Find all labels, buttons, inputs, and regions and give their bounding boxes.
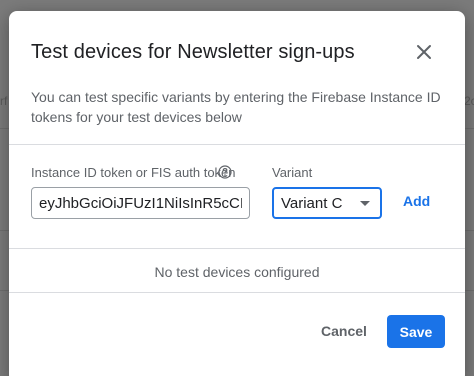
- dialog-title: Test devices for Newsletter sign-ups: [31, 41, 355, 63]
- empty-state-message: No test devices configured: [154, 264, 320, 280]
- divider: [9, 248, 465, 249]
- help-circle-icon[interactable]: [218, 165, 232, 179]
- close-button[interactable]: [413, 41, 435, 63]
- dialog-description: You can test specific variants by enteri…: [31, 89, 441, 125]
- save-button[interactable]: Save: [387, 315, 445, 348]
- variant-field-label: Variant: [272, 165, 313, 180]
- token-input[interactable]: [31, 187, 250, 219]
- background-text: 2c: [464, 94, 474, 108]
- cancel-button[interactable]: Cancel: [312, 315, 376, 347]
- variant-selected-value: Variant C: [281, 195, 343, 212]
- variant-select[interactable]: Variant C: [272, 187, 382, 219]
- token-field-label: Instance ID token or FIS auth token: [31, 165, 236, 180]
- close-icon: [417, 45, 431, 59]
- divider: [9, 144, 465, 145]
- divider: [9, 292, 465, 293]
- background-text: rf: [0, 94, 8, 108]
- test-devices-dialog: Test devices for Newsletter sign-ups You…: [9, 11, 465, 376]
- add-button[interactable]: Add: [403, 193, 430, 209]
- caret-down-icon: [360, 201, 370, 206]
